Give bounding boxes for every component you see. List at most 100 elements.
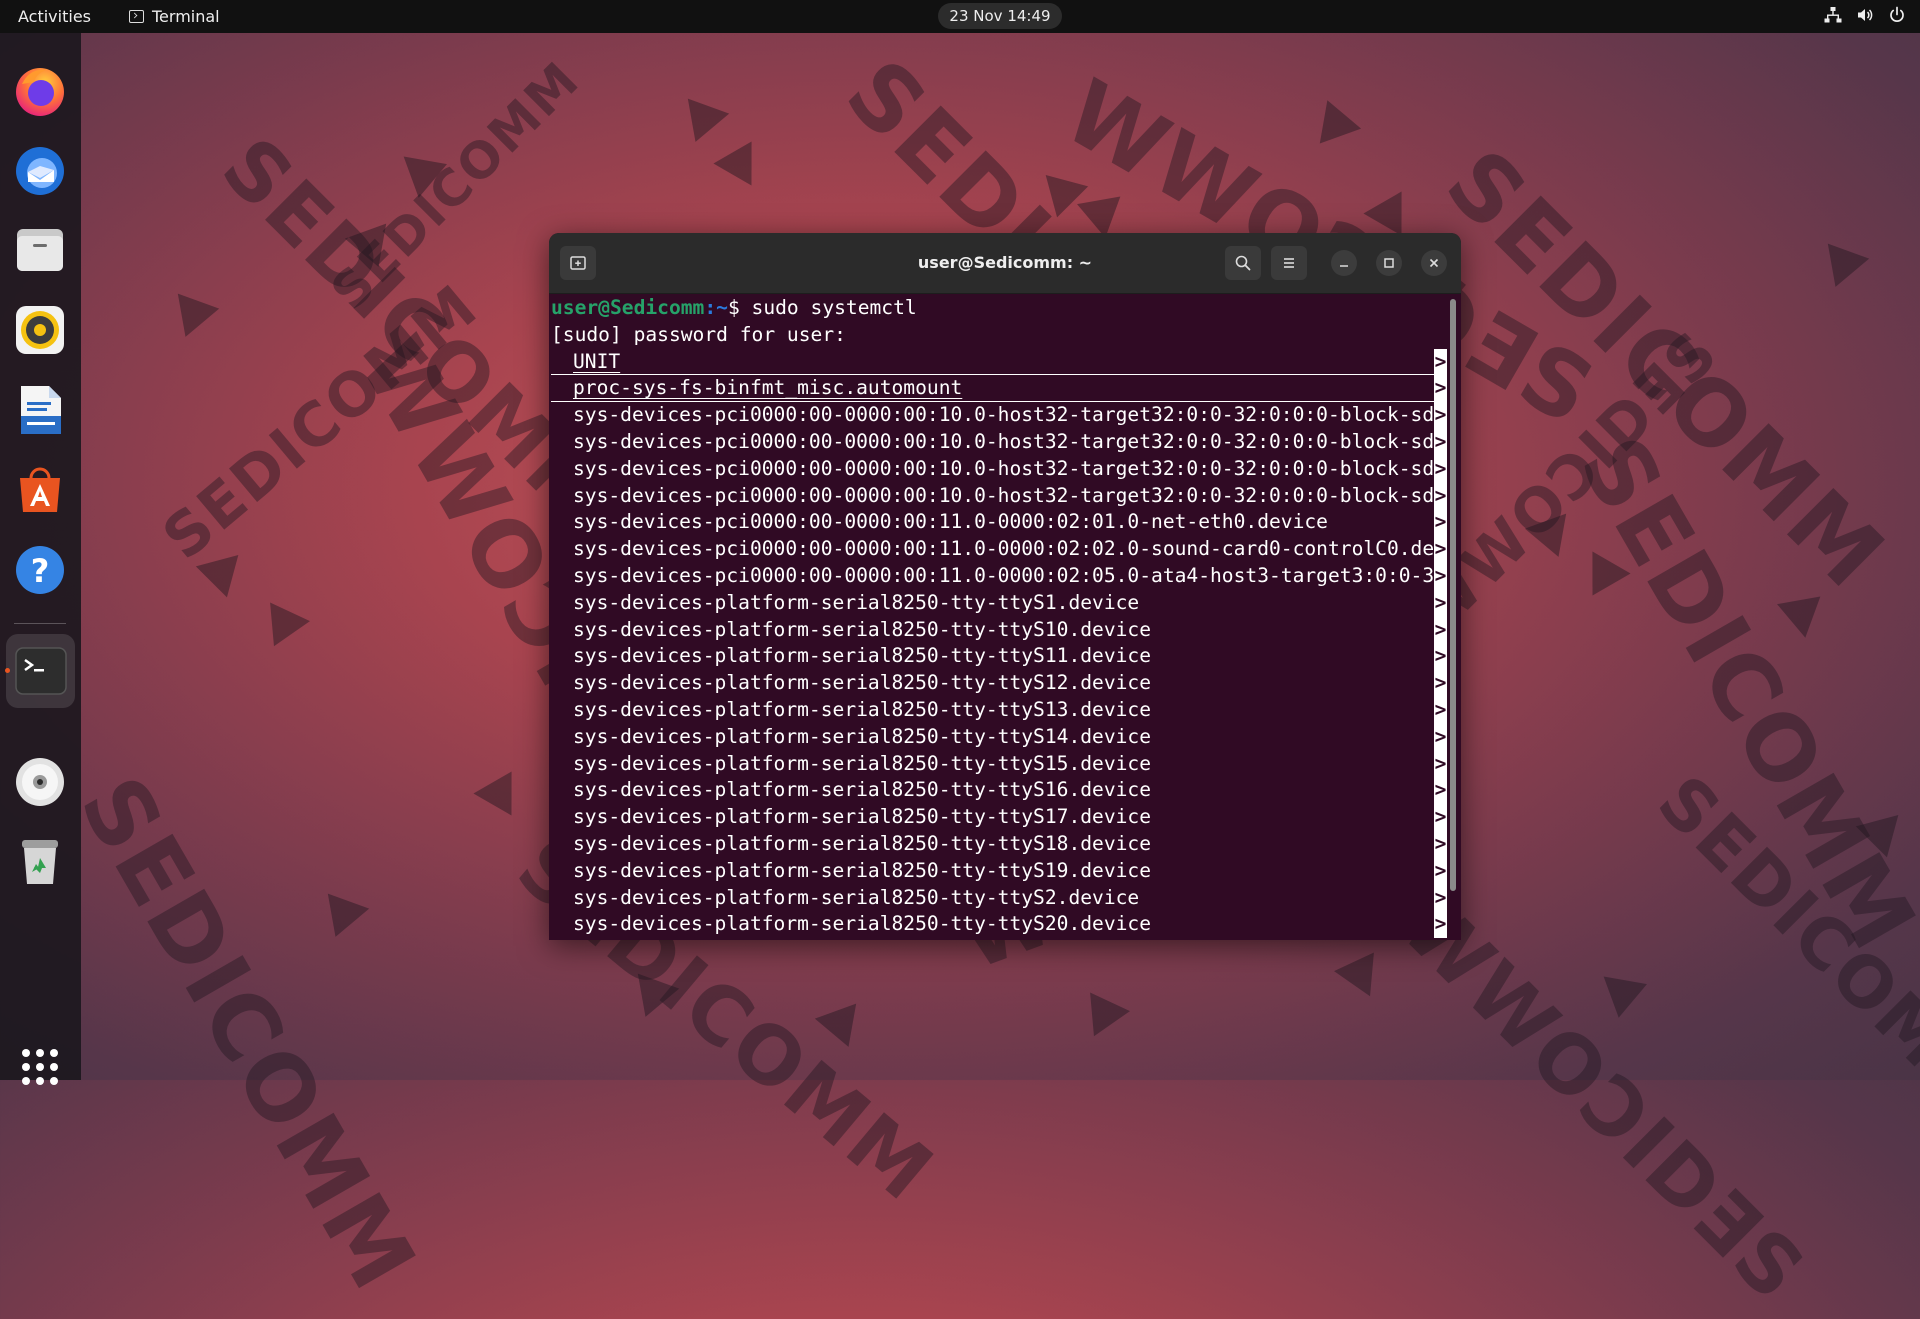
wallpaper-triangle <box>314 893 370 945</box>
dock-item-optical-drive[interactable] <box>12 754 68 810</box>
rhythmbox-icon <box>16 306 64 354</box>
search-icon <box>1235 255 1251 271</box>
clock-button[interactable]: 23 Nov 14:49 <box>938 3 1062 29</box>
unit-name: sys-devices-platform-serial8250-tty-ttyS… <box>573 885 1140 909</box>
wallpaper-triangle <box>1074 992 1130 1046</box>
truncation-marker: > <box>1434 911 1447 939</box>
network-icon[interactable] <box>1824 6 1842 24</box>
truncation-marker: > <box>1434 804 1447 831</box>
terminal-output[interactable]: user@Sedicomm:~$ sudo systemctl [sudo] p… <box>551 295 1447 940</box>
unit-row: sys-devices-platform-serial8250-tty-ttyS… <box>551 696 1447 724</box>
unit-row: sys-devices-platform-serial8250-tty-ttyS… <box>551 857 1447 885</box>
thunderbird-icon <box>16 147 64 195</box>
terminal-app-icon <box>129 10 144 23</box>
sudo-prompt-line: [sudo] password for user: <box>551 322 846 346</box>
unit-name: sys-devices-platform-serial8250-tty-ttyS… <box>573 751 1152 775</box>
unit-name: sys-devices-platform-serial8250-tty-ttyS… <box>573 805 1152 829</box>
truncation-marker: > <box>1434 509 1447 537</box>
unit-name: sys-devices-platform-serial8250-tty-ttyS… <box>573 617 1152 641</box>
unit-row: sys-devices-platform-serial8250-tty-ttyS… <box>551 777 1447 805</box>
dock-item-files[interactable] <box>12 222 68 278</box>
wallpaper-watermark: SEDICOMM <box>59 760 437 1309</box>
firefox-icon <box>16 68 64 116</box>
unit-name: sys-devices-pci0000:00-0000:00:10.0-host… <box>573 456 1434 480</box>
running-indicator <box>5 668 10 673</box>
wallpaper-triangle <box>674 98 730 150</box>
dock-item-show-apps[interactable] <box>12 1039 68 1095</box>
truncation-marker: > <box>1434 375 1447 403</box>
search-button[interactable] <box>1225 246 1261 280</box>
wallpaper-triangle <box>164 293 220 345</box>
dock-item-terminal[interactable] <box>5 634 75 708</box>
maximize-button[interactable] <box>1376 250 1402 276</box>
dock-item-writer[interactable] <box>12 382 68 438</box>
files-icon <box>17 229 63 271</box>
truncation-marker: > <box>1434 696 1447 724</box>
unit-row: sys-devices-pci0000:00-0000:00:11.0-0000… <box>551 509 1447 537</box>
wallpaper-triangle <box>254 602 310 656</box>
truncation-marker: > <box>1434 482 1447 510</box>
hamburger-menu-icon <box>1284 258 1294 268</box>
close-icon <box>1429 258 1439 268</box>
unit-name: sys-devices-platform-serial8250-tty-ttyS… <box>573 858 1152 882</box>
truncation-marker: > <box>1434 536 1447 563</box>
trash-icon <box>22 840 58 884</box>
wallpaper-triangle <box>1777 596 1827 642</box>
unit-row: sys-devices-platform-serial8250-tty-ttyS… <box>551 723 1447 751</box>
power-icon[interactable] <box>1888 6 1906 24</box>
dock-item-help[interactable]: ? <box>12 542 68 598</box>
terminal-scrollbar[interactable] <box>1450 299 1456 891</box>
app-center-icon <box>20 467 60 512</box>
unit-row: sys-devices-platform-serial8250-tty-ttyS… <box>551 589 1447 617</box>
unit-row: proc-sys-fs-binfmt_misc.automount > <box>551 375 1447 403</box>
terminal-titlebar[interactable]: user@Sedicomm: ~ <box>549 233 1461 294</box>
unit-row: sys-devices-pci0000:00-0000:00:10.0-host… <box>551 402 1447 429</box>
truncation-marker: > <box>1434 643 1447 671</box>
wallpaper-watermark: WWOƆIDƎS <box>1384 880 1824 1319</box>
unit-row: sys-devices-platform-serial8250-tty-ttyS… <box>551 884 1447 912</box>
dock-item-rhythmbox[interactable] <box>12 302 68 358</box>
unit-name: sys-devices-platform-serial8250-tty-ttyS… <box>573 912 1152 936</box>
prompt-path: :~ <box>704 296 728 319</box>
unit-name: proc-sys-fs-binfmt_misc.automount <box>573 376 963 400</box>
unit-name: sys-devices-platform-serial8250-tty-ttyS… <box>573 671 1152 695</box>
activities-button[interactable]: Activities <box>18 7 91 26</box>
unit-row: sys-devices-pci0000:00-0000:00:11.0-0000… <box>551 536 1447 563</box>
dock-item-firefox[interactable] <box>12 62 68 118</box>
disc-icon <box>16 758 64 806</box>
minimize-icon <box>1340 265 1348 267</box>
truncation-marker: > <box>1434 670 1447 697</box>
system-tray[interactable] <box>1824 6 1906 24</box>
dock-item-trash[interactable] <box>12 834 68 890</box>
column-header-row: UNIT > <box>551 348 1447 376</box>
unit-row: sys-devices-pci0000:00-0000:00:10.0-host… <box>551 455 1447 483</box>
prompt-line: user@Sedicomm:~$ sudo systemctl <box>551 295 1447 322</box>
top-bar: Activities Terminal 23 Nov 14:49 <box>0 0 1920 33</box>
window-title: user@Sedicomm: ~ <box>917 253 1093 272</box>
dock-item-thunderbird[interactable] <box>12 142 68 198</box>
close-button[interactable] <box>1421 250 1447 276</box>
terminal-window[interactable]: user@Sedicomm: ~ user@Sedicomm:~$ sudo s… <box>549 233 1461 940</box>
maximize-icon <box>1384 258 1394 268</box>
volume-icon[interactable] <box>1856 6 1874 24</box>
wallpaper-triangle <box>1814 243 1870 295</box>
app-menu-terminal[interactable]: Terminal <box>129 7 220 26</box>
truncation-marker: > <box>1434 723 1447 751</box>
dock-item-app-center[interactable] <box>12 462 68 518</box>
command-text: sudo systemctl <box>751 296 917 319</box>
unit-row: sys-devices-platform-serial8250-tty-ttyS… <box>551 830 1447 858</box>
minimize-button[interactable] <box>1331 250 1357 276</box>
truncation-marker: > <box>1434 616 1447 644</box>
unit-row: sys-devices-platform-serial8250-tty-ttyS… <box>551 911 1447 939</box>
prompt-symbol: $ <box>727 296 752 319</box>
unit-row: sys-devices-pci0000:00-0000:00:10.0-host… <box>551 482 1447 510</box>
menu-button[interactable] <box>1271 246 1307 280</box>
unit-name: sys-devices-pci0000:00-0000:00:10.0-host… <box>573 403 1434 427</box>
unit-row: sys-devices-platform-serial8250-tty-ttyS… <box>551 750 1447 778</box>
truncation-marker: > <box>1434 589 1447 617</box>
unit-name: sys-devices-pci0000:00-0000:00:11.0-0000… <box>573 510 1328 534</box>
truncation-marker: > <box>1434 857 1447 885</box>
unit-name: sys-devices-pci0000:00-0000:00:11.0-0000… <box>573 537 1434 561</box>
wallpaper-triangle <box>397 156 447 202</box>
unit-row: sys-devices-platform-serial8250-tty-ttyS… <box>551 670 1447 697</box>
